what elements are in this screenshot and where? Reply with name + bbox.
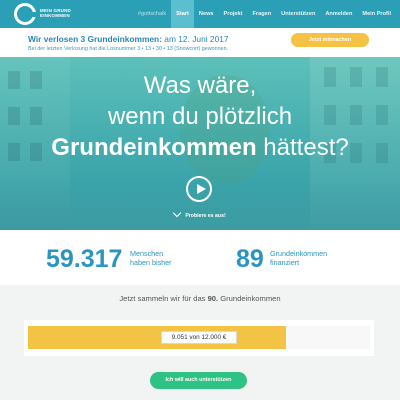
announcement-title: Wir verlosen 3 Grundeinkommen: am 12. Ju… — [28, 34, 229, 44]
announcement-title-bold: Wir verlosen 3 Grundeinkommen: — [28, 34, 162, 44]
announcement-title-date: am 12. Juni 2017 — [161, 34, 229, 44]
nav-item-start[interactable]: Start — [171, 0, 194, 28]
people-label-2: haben bisher — [130, 258, 172, 267]
logo-line2: EINKOMMEN — [40, 13, 70, 18]
join-now-button[interactable]: Jetzt mitmachen — [291, 33, 369, 47]
collect-number: 90. — [207, 294, 219, 303]
hero-headline-rest: hättest? — [256, 134, 349, 161]
nav-menu: #gottschalk Start News Projekt Fragen Un… — [133, 0, 396, 28]
income-label-1: Grundeinkommen — [270, 249, 328, 258]
chevron-down-icon — [173, 208, 182, 218]
support-button[interactable]: Ich will auch unterstützen — [150, 372, 247, 389]
collect-heading: Jetzt sammeln wir für das 90. Grundeinko… — [0, 294, 400, 303]
income-count: 89 — [236, 245, 264, 273]
progress-amount: 9.051 von 12.000 € — [161, 331, 237, 344]
people-count: 59.317 — [46, 245, 123, 273]
nav-item-news[interactable]: News — [194, 0, 219, 28]
logo-text[interactable]: MEIN GRUND EINKOMMEN — [40, 8, 71, 18]
nav-item-projekt[interactable]: Projekt — [219, 0, 248, 28]
hero-headline-line2: wenn du plötzlich — [107, 103, 293, 130]
nav-item-anmelden[interactable]: Anmelden — [320, 0, 357, 28]
collect-prefix: Jetzt sammeln wir für das — [119, 294, 208, 303]
people-label-1: Menschen — [130, 249, 164, 258]
page: MEIN GRUND EINKOMMEN #gottschalk Start N… — [0, 0, 400, 400]
logo-icon[interactable] — [14, 3, 36, 25]
announcement-subtitle: Bei der letzten Verlosung hat die Losnum… — [28, 46, 229, 52]
nav-hashtag[interactable]: #gottschalk — [133, 0, 171, 28]
hero-headline-line3: Grundeinkommen hättest? — [0, 133, 400, 163]
collect-suffix: Grundeinkommen — [218, 294, 281, 303]
income-label-2: finanziert — [270, 258, 300, 267]
hero-headline-bold: Grundeinkommen — [51, 134, 257, 161]
try-it-label: Probiere es aus! — [185, 213, 226, 219]
progress-fill — [28, 326, 286, 349]
nav-item-unterstuetzen[interactable]: Unterstützen — [276, 0, 320, 28]
try-it-link[interactable]: Probiere es aus! — [0, 208, 400, 219]
play-video-icon[interactable] — [186, 176, 212, 202]
top-nav: MEIN GRUND EINKOMMEN #gottschalk Start N… — [0, 0, 400, 28]
nav-item-fragen[interactable]: Fragen — [248, 0, 277, 28]
nav-item-mein-profil[interactable]: Mein Profil — [357, 0, 396, 28]
hero-headline-line1: Was wäre, — [143, 72, 257, 99]
